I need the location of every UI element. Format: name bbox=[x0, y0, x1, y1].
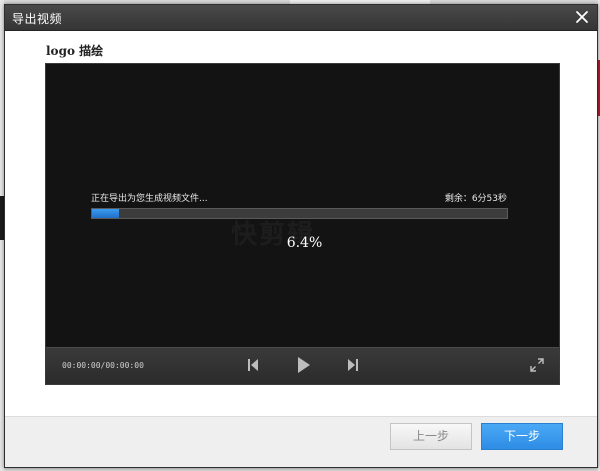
skip-forward-icon[interactable] bbox=[347, 357, 359, 373]
play-icon[interactable] bbox=[297, 355, 311, 375]
player-controls: 00:00:00/00:00:00 bbox=[46, 347, 559, 384]
close-icon[interactable] bbox=[574, 9, 590, 25]
export-progress-bar bbox=[91, 208, 508, 219]
playback-time: 00:00:00/00:00:00 bbox=[62, 361, 144, 370]
fullscreen-icon[interactable] bbox=[530, 358, 544, 372]
previous-step-button[interactable]: 上一步 bbox=[390, 423, 472, 450]
export-progress-percent: 6.4% bbox=[286, 235, 323, 251]
export-status-text: 正在导出为您生成视频文件... bbox=[91, 194, 208, 204]
video-preview: 快剪辑 正在导出为您生成视频文件... 剩余：6分53秒 6.4% 00:00:… bbox=[45, 63, 560, 385]
export-video-dialog: 导出视频 logo 描绘 快剪辑 正在导出为您生成视频文件... 剩余：6分53… bbox=[4, 4, 598, 468]
dialog-title: 导出视频 bbox=[12, 12, 63, 26]
time-remaining: 剩余：6分53秒 bbox=[444, 194, 507, 204]
skip-back-icon[interactable] bbox=[247, 357, 259, 373]
dialog-titlebar[interactable]: 导出视频 bbox=[5, 5, 597, 31]
next-step-button[interactable]: 下一步 bbox=[481, 423, 563, 450]
dialog-footer: 上一步 下一步 bbox=[5, 416, 597, 467]
section-title: logo 描绘 bbox=[46, 44, 104, 58]
export-progress-fill bbox=[92, 209, 119, 218]
